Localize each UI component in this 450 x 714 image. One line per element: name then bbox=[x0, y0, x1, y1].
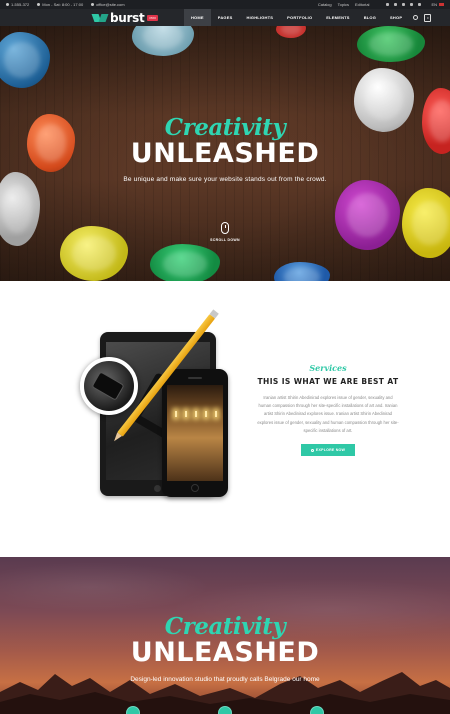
phone-info: 1-555-372 bbox=[6, 2, 29, 7]
nav-item-shop[interactable]: SHOP bbox=[383, 9, 409, 26]
nav-item-home[interactable]: HOME bbox=[183, 9, 211, 26]
services-section: Services THIS IS WHAT WE ARE BEST AT Ira… bbox=[0, 281, 450, 557]
facebook-icon[interactable] bbox=[386, 3, 390, 6]
explore-now-label: EXPLORE NOW bbox=[315, 448, 346, 453]
cart-icon[interactable]: 0 bbox=[424, 13, 432, 22]
hero-script-heading: Creativity bbox=[164, 114, 286, 141]
scroll-down[interactable]: SCROLL DOWN bbox=[0, 222, 450, 242]
phone-image bbox=[162, 369, 228, 497]
email-info[interactable]: office@site.com bbox=[91, 2, 125, 7]
nav-item-elements[interactable]: ELEMENTS bbox=[319, 9, 356, 26]
instagram-icon[interactable] bbox=[410, 3, 414, 6]
nav-item-blog[interactable]: BLOG bbox=[357, 9, 383, 26]
paper-ball bbox=[357, 26, 425, 62]
feature-icons bbox=[0, 706, 450, 714]
feature-icon[interactable] bbox=[218, 706, 232, 714]
nav-item-pages[interactable]: PAGES bbox=[211, 9, 240, 26]
burst-logo-icon bbox=[93, 13, 107, 23]
search-icon[interactable] bbox=[413, 15, 419, 20]
logo[interactable]: burst PRO bbox=[93, 11, 158, 25]
hours-text: Mon - Sat: 8:00 - 17:00 bbox=[42, 2, 84, 7]
language-label: EN bbox=[431, 2, 437, 7]
paper-ball bbox=[0, 32, 50, 88]
phone-screen bbox=[167, 385, 223, 481]
mail-icon bbox=[91, 3, 95, 6]
hero-title: UNLEASHED bbox=[130, 138, 320, 169]
nav-item-highlights[interactable]: HIGHLIGHTS bbox=[239, 9, 280, 26]
topbar-link-topics[interactable]: Topics bbox=[338, 2, 349, 7]
social-links bbox=[381, 3, 422, 6]
phone-speaker bbox=[188, 377, 202, 379]
logo-text: burst bbox=[110, 10, 145, 25]
services-body: Iranian artist Shirin Abedinirad explore… bbox=[257, 395, 399, 433]
hero-section: Creativity UNLEASHED Be unique and make … bbox=[0, 26, 450, 281]
paper-ball bbox=[274, 262, 330, 281]
bulb bbox=[185, 411, 187, 417]
services-title: THIS IS WHAT WE ARE BEST AT bbox=[257, 377, 399, 386]
linkedin-icon[interactable] bbox=[418, 3, 422, 6]
flag-icon bbox=[439, 3, 444, 6]
top-bar: 1-555-372 Mon - Sat: 8:00 - 17:00 office… bbox=[0, 0, 450, 9]
feature-icon[interactable] bbox=[310, 706, 324, 714]
paper-ball bbox=[276, 26, 306, 38]
logo-badge: PRO bbox=[147, 14, 158, 21]
pinterest-icon[interactable] bbox=[402, 3, 406, 6]
bulb bbox=[175, 411, 177, 417]
nav-item-portfolio[interactable]: PORTFOLIO bbox=[280, 9, 319, 26]
phone-icon bbox=[6, 3, 9, 6]
menu: HOME PAGES HIGHLIGHTS PORTFOLIO ELEMENTS… bbox=[183, 9, 409, 26]
feature-icon[interactable] bbox=[126, 706, 140, 714]
mouse-icon bbox=[221, 222, 229, 234]
topbar-link-catalog[interactable]: Catalog bbox=[318, 2, 332, 7]
phone-text: 1-555-372 bbox=[11, 2, 30, 7]
scroll-down-label: SCROLL DOWN bbox=[210, 238, 240, 242]
tablet-home-button bbox=[154, 485, 161, 492]
phone-home-button bbox=[191, 484, 199, 492]
main-navigation: burst PRO HOME PAGES HIGHLIGHTS PORTFOLI… bbox=[0, 9, 450, 26]
bulb bbox=[215, 411, 217, 417]
hero-section-2: Creativity UNLEASHED Design-led innovati… bbox=[0, 557, 450, 714]
email-text[interactable]: office@site.com bbox=[96, 2, 124, 7]
bulb bbox=[195, 411, 197, 417]
paper-ball bbox=[150, 244, 220, 281]
services-script-heading: Services bbox=[309, 363, 347, 373]
paper-ball bbox=[132, 26, 194, 56]
language-switcher[interactable]: EN bbox=[431, 2, 444, 7]
services-text: Services THIS IS WHAT WE ARE BEST AT Ira… bbox=[255, 363, 401, 457]
hero2-script-heading: Creativity bbox=[164, 613, 286, 640]
magnified-detail bbox=[80, 357, 138, 415]
bulb bbox=[205, 411, 207, 417]
hours-info: Mon - Sat: 8:00 - 17:00 bbox=[37, 2, 83, 7]
hero2-subtitle: Design-led innovation studio that proudl… bbox=[130, 676, 320, 683]
topbar-link-editorial[interactable]: Editorial bbox=[355, 2, 369, 7]
hero2-title: UNLEASHED bbox=[130, 637, 320, 668]
explore-now-button[interactable]: EXPLORE NOW bbox=[300, 444, 356, 457]
hero-subtitle: Be unique and make sure your website sta… bbox=[123, 176, 327, 183]
twitter-icon[interactable] bbox=[394, 3, 398, 6]
cart-count: 0 bbox=[426, 15, 429, 20]
compass-icon bbox=[310, 448, 314, 452]
clock-icon bbox=[37, 3, 41, 6]
